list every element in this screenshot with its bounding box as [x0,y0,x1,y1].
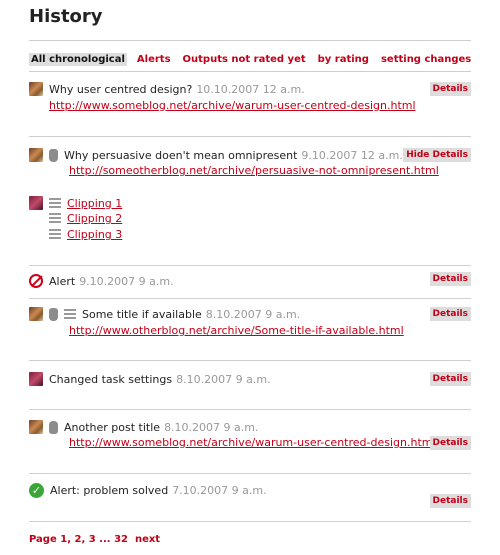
entry-title: Why user centred design? [49,82,193,96]
text-lines-icon [49,229,61,240]
entry-title: Changed task settings [49,372,173,386]
page-link[interactable]: 3 ... [89,534,111,545]
filter-setting-changes[interactable]: setting changes [379,53,473,66]
user-avatar-icon [29,307,43,321]
filter-bar: All chronological Alerts Outputs not rat… [29,53,481,66]
next-page-link[interactable]: next [135,534,160,545]
divider [29,71,471,72]
filter-all-chronological[interactable]: All chronological [29,53,127,66]
filter-outputs-not-rated[interactable]: Outputs not rated yet [181,53,308,66]
page-link[interactable]: 1, [60,534,71,545]
clipping-link[interactable]: Clipping 2 [67,212,122,225]
entry-date: 9.10.2007 12 a.m. [301,148,403,162]
entry-date: 8.10.2007 9 a.m. [205,307,301,321]
entry-title: Another post title [64,420,161,434]
divider [29,360,471,361]
divider [29,265,471,266]
entry-date: 8.10.2007 9 a.m. [164,420,259,434]
user-avatar-icon [29,372,43,386]
pagination-label: Page [29,534,57,545]
divider [29,409,471,410]
entry-date: 7.10.2007 9 a.m. [172,484,267,497]
filter-alerts[interactable]: Alerts [135,53,173,66]
hide-details-button[interactable]: Hide Details [403,148,471,162]
details-button[interactable]: Details [429,82,471,96]
divider [29,136,471,137]
entry-date: 8.10.2007 9 a.m. [176,372,271,386]
entry-title: Some title if available [82,307,202,321]
entry-url-link[interactable]: http://someotherblog.net/archive/persuas… [69,164,439,177]
entry-date: 10.10.2007 12 a.m. [196,82,305,96]
divider [29,521,471,522]
thumb-icon [49,148,58,162]
entry-title: Alert: problem solved [50,484,169,497]
divider [29,473,471,474]
user-avatar-icon [29,420,43,434]
details-button[interactable]: Details [429,372,471,386]
user-avatar-icon [29,148,43,162]
text-lines-icon [49,197,61,209]
details-button[interactable]: Details [429,307,471,321]
entry-url-link[interactable]: http://www.someblog.net/archive/warum-us… [69,436,436,449]
entry-date: 9.10.2007 9 a.m. [79,274,174,288]
entry-title: Why persuasive doen't mean omnipresent [64,148,298,162]
clipping-link[interactable]: Clipping 3 [67,228,122,241]
entry-title: Alert [49,274,76,288]
user-avatar-icon [29,82,43,96]
thumb-icon [49,307,58,321]
divider [29,40,471,41]
text-lines-icon [49,213,61,224]
page-title: History [29,6,103,27]
entry-url-link[interactable]: http://www.otherblog.net/archive/Some-ti… [69,324,404,337]
clipping-link[interactable]: Clipping 1 [67,197,122,210]
no-entry-icon [29,274,43,288]
details-button[interactable]: Details [429,494,471,508]
check-circle-icon: ✓ [29,483,44,498]
page-link[interactable]: 2, [74,534,85,545]
page-link[interactable]: 32 [114,534,128,545]
details-button[interactable]: Details [429,436,471,450]
pagination: Page 1, 2, 3 ... 32 next [29,534,160,545]
details-button[interactable]: Details [429,272,471,286]
entry-url-link[interactable]: http://www.someblog.net/archive/warum-us… [49,99,416,112]
user-avatar-icon [29,196,43,210]
thumb-icon [49,420,58,434]
text-lines-icon [64,308,76,320]
filter-by-rating[interactable]: by rating [316,53,371,66]
divider [29,298,471,299]
